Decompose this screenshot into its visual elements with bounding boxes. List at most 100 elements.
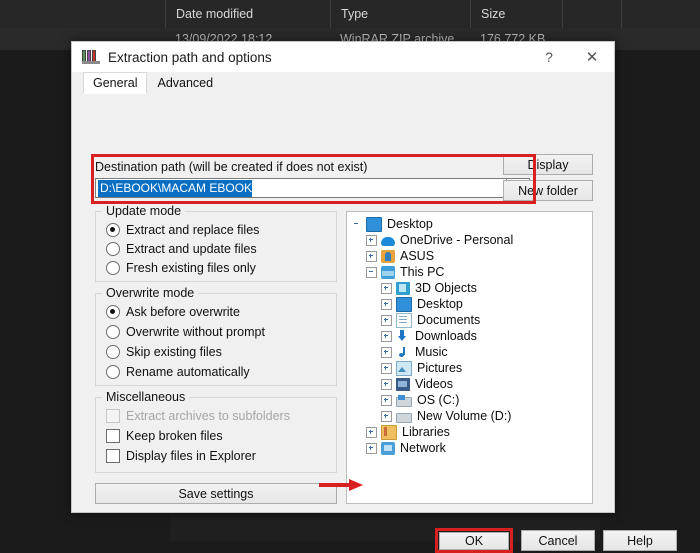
- tree-item-label: Pictures: [417, 361, 463, 375]
- radio-extract-and-replace-files[interactable]: Extract and replace files: [106, 223, 259, 237]
- expand-icon[interactable]: [381, 314, 392, 326]
- tree-item-os-c[interactable]: OS (C:): [351, 392, 592, 408]
- radio-icon-selected: [106, 223, 120, 237]
- expand-icon[interactable]: [381, 394, 392, 406]
- network-icon: [381, 441, 395, 455]
- tree-item-label: Documents: [417, 313, 481, 327]
- radio-icon-selected: [106, 305, 120, 319]
- desktop-icon: [366, 216, 382, 232]
- tree-item-label: Network: [400, 441, 446, 455]
- tree-item-videos[interactable]: Videos: [351, 376, 592, 392]
- column-size[interactable]: Size: [470, 0, 562, 28]
- collapse-icon[interactable]: [366, 266, 377, 278]
- option-label: Extract and update files: [126, 242, 257, 256]
- option-label: Keep broken files: [126, 429, 223, 443]
- overwrite-mode-group: Overwrite mode Ask before overwrite Over…: [95, 286, 337, 386]
- dialog-titlebar: Extraction path and options ? ✕: [72, 42, 614, 72]
- new-folder-button[interactable]: New folder: [503, 180, 593, 201]
- column-type[interactable]: Type: [330, 0, 470, 28]
- radio-ask-before-overwrite[interactable]: Ask before overwrite: [106, 305, 240, 319]
- tree-item-onedrive-personal[interactable]: OneDrive - Personal: [351, 232, 592, 248]
- tree-item-3d-objects[interactable]: 3D Objects: [351, 280, 592, 296]
- destination-path-label: Destination path (will be created if doe…: [95, 160, 368, 174]
- tree-item-new-volume-d[interactable]: New Volume (D:): [351, 408, 592, 424]
- checkbox-keep-broken-files[interactable]: Keep broken files: [106, 429, 223, 443]
- checkbox-icon: [106, 449, 120, 463]
- cloud-icon: [381, 236, 395, 246]
- overwrite-mode-title: Overwrite mode: [102, 286, 199, 300]
- tree-spacer: [351, 219, 362, 230]
- tab-advanced[interactable]: Advanced: [147, 72, 223, 94]
- extraction-options-dialog: Extraction path and options ? ✕ General …: [71, 41, 677, 553]
- dialog-tabs: General Advanced: [83, 72, 614, 94]
- tree-item-desktop[interactable]: Desktop: [351, 296, 592, 312]
- pc-icon: [381, 265, 395, 279]
- desktop-icon: [396, 296, 412, 312]
- ok-button[interactable]: OK: [439, 532, 509, 550]
- radio-rename-automatically[interactable]: Rename automatically: [106, 365, 250, 379]
- os-drive-icon: [396, 394, 412, 407]
- save-settings-button[interactable]: Save settings: [95, 483, 337, 504]
- radio-extract-and-update-files[interactable]: Extract and update files: [106, 242, 257, 256]
- expand-icon[interactable]: [366, 234, 377, 246]
- option-label: Fresh existing files only: [126, 261, 256, 275]
- checkbox-icon: [106, 429, 120, 443]
- radio-icon: [106, 261, 120, 275]
- tree-item-asus[interactable]: ASUS: [351, 248, 592, 264]
- tree-item-label: 3D Objects: [415, 281, 477, 295]
- tree-item-label: ASUS: [400, 249, 435, 263]
- close-icon[interactable]: ✕: [570, 42, 614, 72]
- expand-icon[interactable]: [381, 282, 392, 294]
- tree-item-pictures[interactable]: Pictures: [351, 360, 592, 376]
- expand-icon[interactable]: [381, 362, 392, 374]
- dialog-title: Extraction path and options: [108, 49, 272, 65]
- radio-overwrite-without-prompt[interactable]: Overwrite without prompt: [106, 325, 265, 339]
- tree-item-this-pc[interactable]: This PC: [351, 264, 592, 280]
- tree-item-music[interactable]: Music: [351, 344, 592, 360]
- radio-fresh-existing-files-only[interactable]: Fresh existing files only: [106, 261, 256, 275]
- tree-item-downloads[interactable]: Downloads: [351, 328, 592, 344]
- tree-item-desktop[interactable]: Desktop: [351, 216, 592, 232]
- tab-general[interactable]: General: [83, 72, 148, 94]
- dialog-body: Destination path (will be created if doe…: [72, 94, 677, 553]
- option-label: Rename automatically: [126, 365, 250, 379]
- expand-icon[interactable]: [381, 330, 392, 342]
- radio-icon: [106, 325, 120, 339]
- tree-item-label: OS (C:): [417, 393, 460, 407]
- destination-path-input[interactable]: D:\EBOOK\MACAM EBOOK: [95, 178, 507, 198]
- display-button[interactable]: Display: [503, 154, 593, 175]
- downloads-icon: [396, 329, 410, 343]
- radio-skip-existing-files[interactable]: Skip existing files: [106, 345, 222, 359]
- expand-icon[interactable]: [381, 378, 392, 390]
- column-extra[interactable]: [562, 0, 622, 28]
- expand-icon[interactable]: [381, 298, 392, 310]
- checkbox-icon-disabled: [106, 409, 120, 423]
- help-question-icon[interactable]: ?: [528, 42, 570, 72]
- folder-tree-panel[interactable]: Desktop OneDrive - Personal ASUS This PC 3D …: [346, 211, 593, 504]
- tree-item-label: New Volume (D:): [417, 409, 512, 423]
- checkbox-display-files-in-explorer[interactable]: Display files in Explorer: [106, 449, 256, 463]
- music-icon: [396, 346, 410, 359]
- column-date-modified[interactable]: Date modified: [165, 0, 330, 28]
- destination-path-value: D:\EBOOK\MACAM EBOOK: [98, 180, 253, 197]
- user-icon: [381, 249, 395, 263]
- tree-item-label: Libraries: [402, 425, 450, 439]
- titlebar-buttons: ? ✕: [528, 42, 614, 72]
- miscellaneous-group: Miscellaneous Extract archives to subfol…: [95, 390, 337, 473]
- tree-item-label: Downloads: [415, 329, 477, 343]
- tree-item-documents[interactable]: Documents: [351, 312, 592, 328]
- expand-icon[interactable]: [381, 346, 392, 358]
- tree-item-libraries[interactable]: Libraries: [351, 424, 592, 440]
- expand-icon[interactable]: [366, 250, 377, 262]
- tree-item-label: Music: [415, 345, 448, 359]
- expand-icon[interactable]: [366, 426, 377, 438]
- miscellaneous-title: Miscellaneous: [102, 390, 190, 404]
- drive-icon: [396, 412, 412, 423]
- red-arrow-annotation: [319, 479, 363, 491]
- tree-item-network[interactable]: Network: [351, 440, 592, 456]
- update-mode-title: Update mode: [102, 204, 186, 218]
- tree-item-label: Desktop: [387, 217, 433, 231]
- expand-icon[interactable]: [381, 410, 392, 422]
- explorer-column-header: Date modified Type Size: [0, 0, 700, 29]
- expand-icon[interactable]: [366, 442, 377, 454]
